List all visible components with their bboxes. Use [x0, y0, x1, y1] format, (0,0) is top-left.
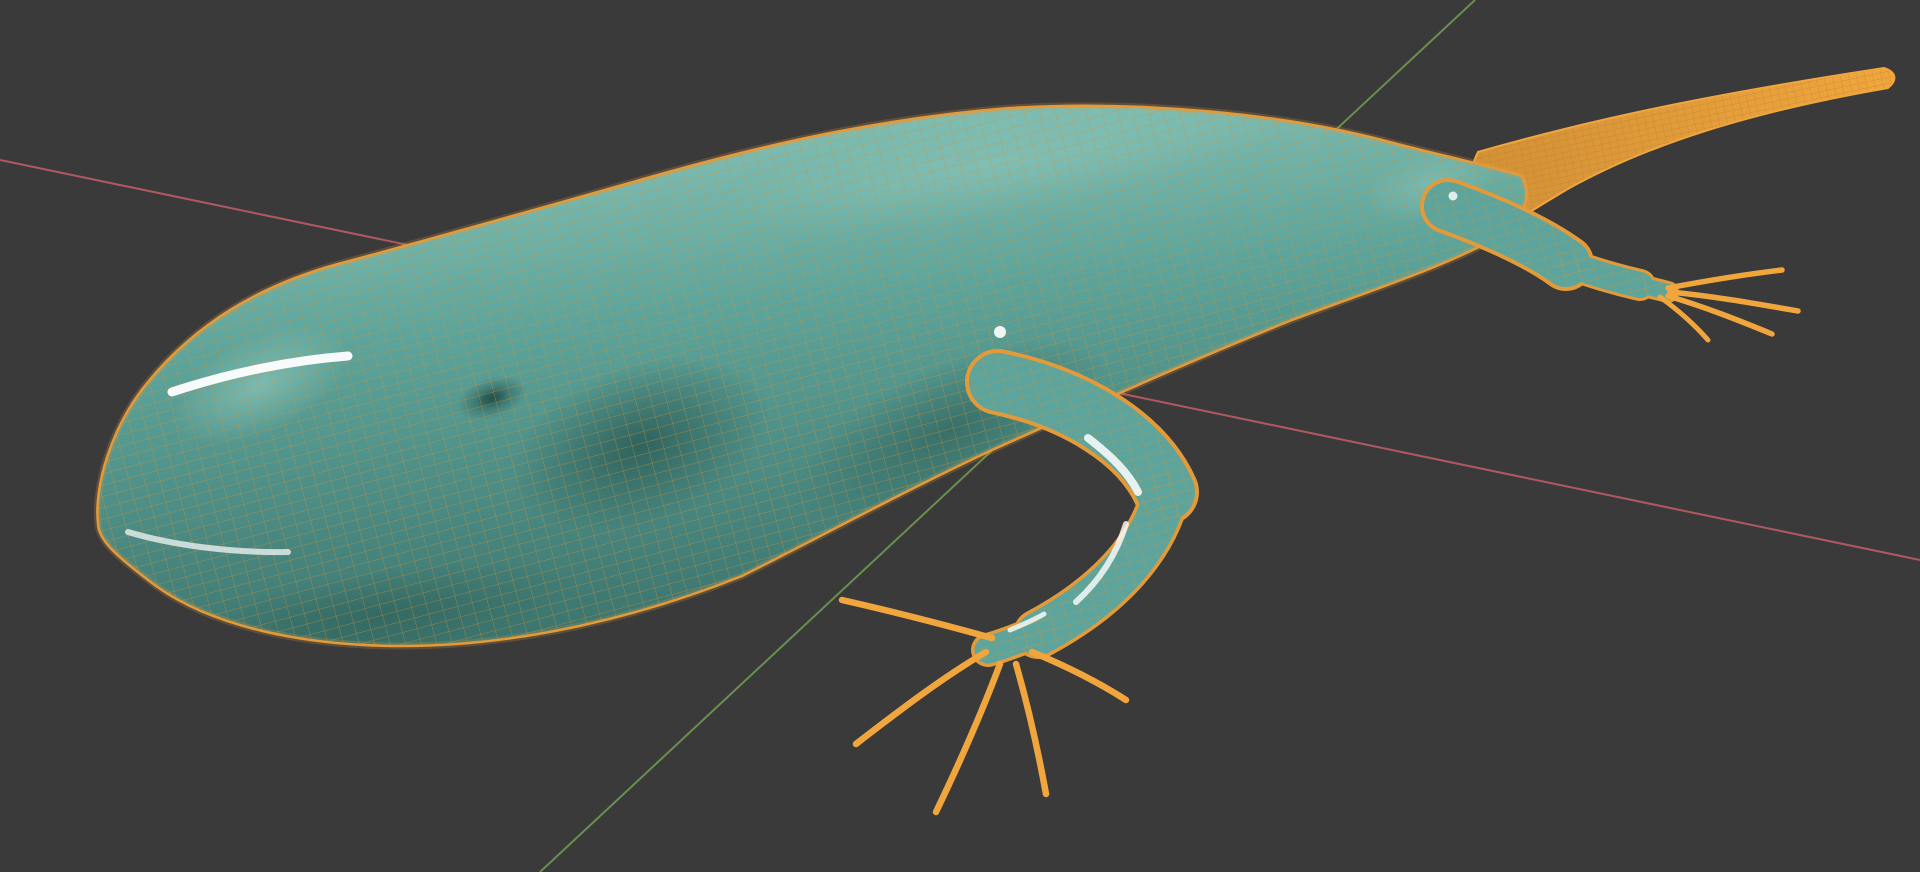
specular-hip-dot — [1448, 191, 1458, 201]
hind-foot-wireframe — [1632, 277, 1676, 300]
viewport-canvas — [0, 0, 1920, 872]
specular-belly-dot — [994, 326, 1006, 338]
3d-viewport[interactable] — [0, 0, 1920, 872]
